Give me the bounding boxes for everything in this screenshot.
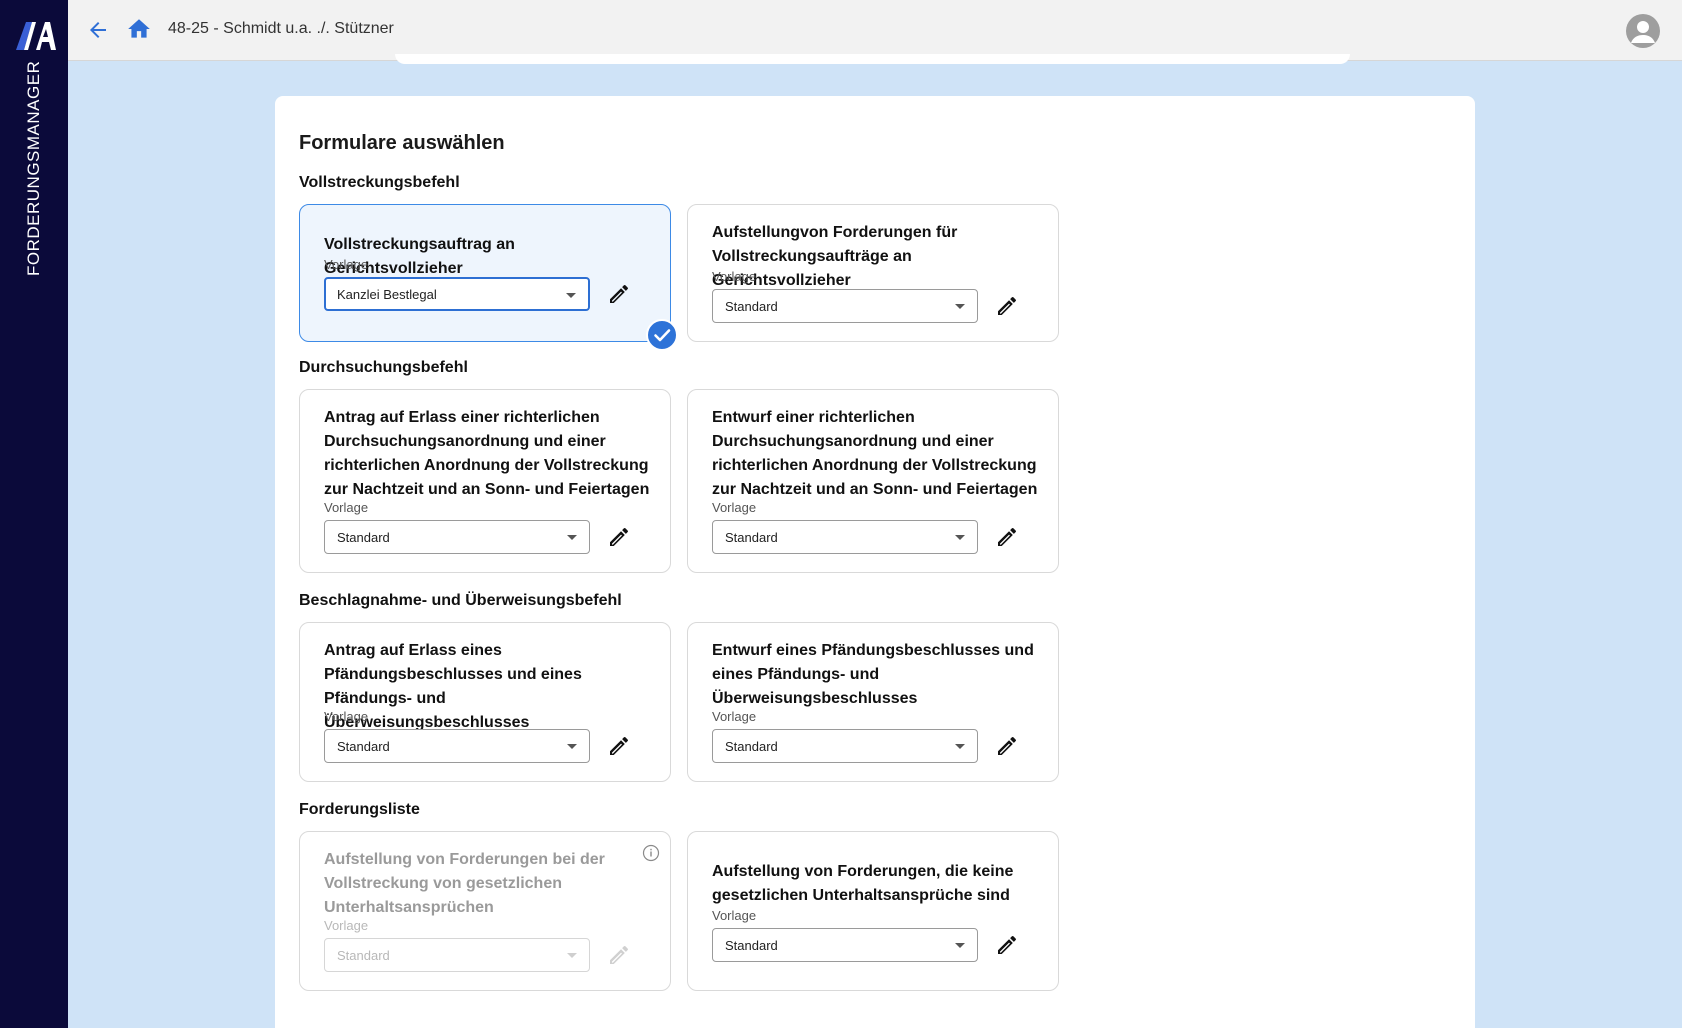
selected-check-icon — [646, 319, 678, 351]
section-title: Forderungsliste — [299, 801, 420, 818]
user-avatar[interactable] — [1626, 14, 1660, 48]
chevron-down-icon — [955, 744, 965, 749]
form-card-disabled: Aufstellung von Forderungen bei der Voll… — [299, 831, 671, 991]
template-select-value: Standard — [725, 938, 778, 953]
collapsed-header-card — [395, 54, 1350, 64]
home-icon[interactable] — [126, 16, 152, 42]
chevron-down-icon — [567, 953, 577, 958]
form-card[interactable]: Aufstellung von Forderungen, die keine g… — [687, 831, 1059, 991]
edit-pencil-icon[interactable] — [995, 294, 1019, 318]
edit-pencil-icon[interactable] — [995, 933, 1019, 957]
template-select-value: Standard — [725, 299, 778, 314]
form-card[interactable]: Antrag auf Erlass einer richterlichen Du… — [299, 389, 671, 573]
user-icon — [1631, 21, 1655, 43]
chevron-down-icon — [567, 535, 577, 540]
chevron-down-icon — [955, 304, 965, 309]
edit-pencil-icon[interactable] — [607, 525, 631, 549]
edit-pencil-icon — [610, 945, 628, 964]
template-select[interactable]: Standard — [324, 729, 590, 763]
template-label: Vorlage — [324, 918, 369, 933]
edit-pencil-icon[interactable] — [995, 734, 1019, 758]
template-label: Vorlage — [324, 709, 369, 724]
section-title: Durchsuchungsbefehl — [299, 359, 468, 376]
form-card-title: Antrag auf Erlass einer richterlichen Du… — [324, 409, 650, 498]
template-label: Vorlage — [324, 257, 369, 272]
top-bar: 48-25 - Schmidt u.a. ./. Stützner — [68, 0, 1682, 61]
edit-pencil-icon[interactable] — [995, 525, 1019, 549]
template-label: Vorlage — [712, 908, 757, 923]
template-select[interactable]: Standard — [324, 520, 590, 554]
form-card[interactable]: Aufstellungvon Forderungen für Vollstrec… — [687, 204, 1059, 342]
template-select[interactable]: Standard — [712, 520, 978, 554]
app-logo[interactable] — [14, 20, 56, 52]
forms-panel: Formulare auswählen Vollstreckungsbefehl… — [275, 96, 1475, 1028]
template-select-value: Standard — [337, 530, 390, 545]
chevron-down-icon — [566, 293, 576, 298]
edit-pencil-icon[interactable] — [607, 282, 631, 306]
template-select[interactable]: Standard — [712, 928, 978, 962]
checkmark-icon — [654, 329, 671, 342]
template-label: Vorlage — [712, 500, 757, 515]
chevron-down-icon — [567, 744, 577, 749]
template-select[interactable]: Standard — [712, 289, 978, 323]
form-card-title: Aufstellung von Forderungen, die keine g… — [712, 863, 1014, 904]
form-card[interactable]: Antrag auf Erlass eines Pfändungsbeschlu… — [299, 622, 671, 782]
chevron-down-icon — [955, 535, 965, 540]
chevron-down-icon — [955, 943, 965, 948]
section-title: Vollstreckungsbefehl — [299, 174, 460, 191]
template-select-value: Standard — [725, 530, 778, 545]
form-card[interactable]: Vollstreckungsauftrag an Gerichtsvollzie… — [299, 204, 671, 342]
template-select-value: Standard — [337, 739, 390, 754]
app-name: FORDERUNGSMANAGER — [24, 60, 43, 276]
template-select-value: Kanzlei Bestlegal — [337, 287, 437, 302]
template-label: Vorlage — [324, 500, 369, 515]
form-card-title: Antrag auf Erlass eines Pfändungsbeschlu… — [324, 642, 582, 731]
form-card-title: Entwurf einer richterlichen Durchsuchung… — [712, 409, 1038, 498]
form-card-title: Aufstellungvon Forderungen für Vollstrec… — [712, 224, 958, 289]
form-card-title: Entwurf eines Pfändungsbeschlusses und e… — [712, 642, 1034, 707]
form-card-title: Aufstellung von Forderungen bei der Voll… — [324, 851, 605, 916]
template-select: Standard — [324, 938, 590, 972]
section-title: Beschlagnahme- und Überweisungsbefehl — [299, 592, 622, 609]
template-label: Vorlage — [712, 269, 757, 284]
template-label: Vorlage — [712, 709, 757, 724]
template-select[interactable]: Kanzlei Bestlegal — [324, 277, 590, 311]
sidebar: FORDERUNGSMANAGER — [0, 0, 68, 1028]
back-arrow-icon[interactable] — [86, 18, 110, 42]
form-card[interactable]: Entwurf eines Pfändungsbeschlusses und e… — [687, 622, 1059, 782]
form-card[interactable]: Entwurf einer richterlichen Durchsuchung… — [687, 389, 1059, 573]
breadcrumb: 48-25 - Schmidt u.a. ./. Stützner — [168, 20, 394, 37]
edit-pencil-icon[interactable] — [607, 734, 631, 758]
page-title: Formulare auswählen — [299, 132, 505, 154]
template-select[interactable]: Standard — [712, 729, 978, 763]
template-select-value: Standard — [337, 948, 390, 963]
form-card-title: Vollstreckungsauftrag an Gerichtsvollzie… — [324, 236, 515, 277]
template-select-value: Standard — [725, 739, 778, 754]
